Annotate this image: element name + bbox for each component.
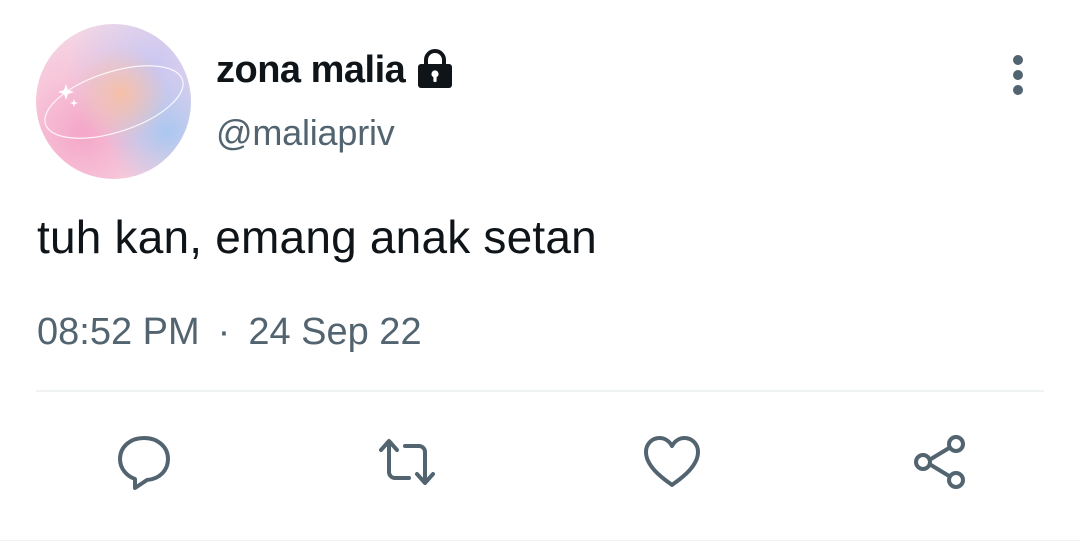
avatar[interactable] bbox=[36, 24, 191, 179]
reply-button[interactable] bbox=[112, 430, 176, 494]
retweet-icon bbox=[379, 439, 435, 485]
like-button[interactable] bbox=[640, 430, 704, 494]
retweet-button[interactable] bbox=[375, 430, 439, 494]
action-bar bbox=[0, 430, 1080, 494]
display-name[interactable]: zona malia bbox=[216, 49, 406, 92]
tweet-text: tuh kan, emang anak setan bbox=[37, 211, 597, 263]
tweet-date[interactable]: 24 Sep 22 bbox=[248, 311, 421, 354]
display-name-row: zona malia bbox=[216, 44, 455, 96]
more-options-button[interactable] bbox=[996, 50, 1040, 100]
vertical-ellipsis-icon bbox=[1013, 55, 1023, 95]
tweet-card: zona malia @maliapriv tuh kan, emang ana… bbox=[0, 0, 1080, 555]
user-handle[interactable]: @maliapriv bbox=[216, 112, 395, 154]
share-button[interactable] bbox=[908, 430, 972, 494]
speech-bubble-icon bbox=[118, 436, 170, 490]
meta-separator: · bbox=[217, 311, 231, 353]
lock-icon bbox=[415, 48, 455, 92]
tweet-meta: 08:52 PM · 24 Sep 22 bbox=[37, 311, 422, 354]
avatar-image bbox=[36, 24, 191, 179]
divider bbox=[36, 390, 1044, 392]
tweet-time[interactable]: 08:52 PM bbox=[37, 311, 200, 354]
share-icon bbox=[914, 435, 965, 489]
heart-icon bbox=[644, 436, 700, 487]
bottom-divider bbox=[0, 540, 1080, 541]
